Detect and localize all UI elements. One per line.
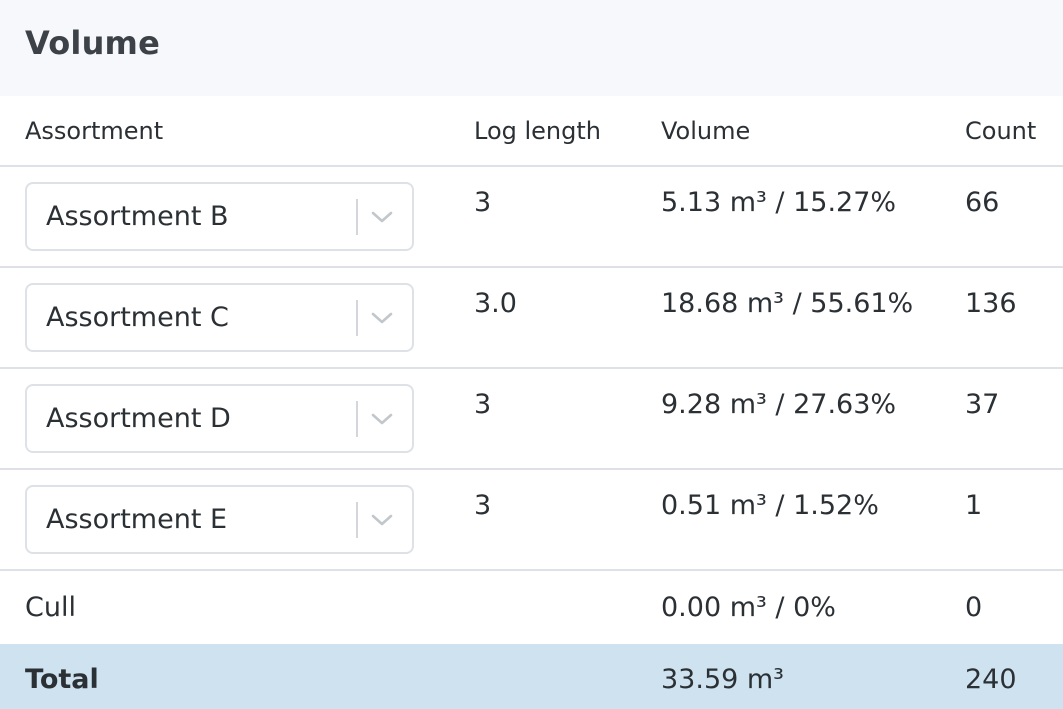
panel-title: Volume: [25, 24, 160, 62]
assortment-select-value: Assortment C: [46, 302, 229, 333]
panel-header: Volume: [0, 0, 1063, 96]
assortment-select[interactable]: Assortment C: [25, 283, 414, 352]
count-cell: 37: [965, 368, 1063, 470]
column-header-assortment: Assortment: [0, 96, 474, 167]
assortment-select-value: Assortment D: [46, 403, 231, 434]
volume-table: Assortment Log length Volume Count Assor…: [0, 96, 1063, 709]
table-row: Assortment B 3 5.13 m³ / 15.27% 66: [0, 166, 1063, 268]
count-cell: 136: [965, 267, 1063, 369]
assortment-cell: Assortment C: [0, 267, 474, 369]
column-header-count: Count: [965, 96, 1063, 167]
log-length-cell: 3: [474, 166, 661, 268]
assortment-cell: Assortment D: [0, 368, 474, 470]
cull-log-length: [474, 570, 661, 644]
cull-row: Cull 0.00 m³ / 0% 0: [0, 570, 1063, 644]
table-row: Assortment E 3 0.51 m³ / 1.52% 1: [0, 469, 1063, 571]
count-cell: 1: [965, 469, 1063, 571]
volume-cell: 0.51 m³ / 1.52%: [661, 469, 965, 571]
cull-count: 0: [965, 592, 983, 623]
volume-cell: 18.68 m³ / 55.61%: [661, 267, 965, 369]
select-separator: [356, 198, 358, 235]
log-length-cell: 3.0: [474, 267, 661, 369]
table-row: Assortment C 3.0 18.68 m³ / 55.61% 136: [0, 267, 1063, 369]
select-separator: [356, 299, 358, 336]
chevron-down-icon[interactable]: [370, 182, 412, 251]
table-header-row: Assortment Log length Volume Count: [0, 96, 1063, 167]
cull-volume: 0.00 m³ / 0%: [661, 592, 836, 623]
assortment-cell: Assortment B: [0, 166, 474, 268]
log-length-cell: 3: [474, 469, 661, 571]
assortment-select[interactable]: Assortment E: [25, 485, 414, 554]
chevron-down-icon[interactable]: [370, 384, 412, 453]
total-volume: 33.59 m³: [661, 644, 965, 709]
assortment-select-value: Assortment B: [46, 201, 229, 232]
total-log-length: [474, 644, 661, 709]
assortment-select-value: Assortment E: [46, 504, 228, 535]
table-row: Assortment D 3 9.28 m³ / 27.63% 37: [0, 368, 1063, 470]
column-header-log-length: Log length: [474, 96, 661, 167]
total-count: 240: [965, 644, 1063, 709]
cull-label: Cull: [25, 592, 76, 623]
chevron-down-icon[interactable]: [370, 283, 412, 352]
assortment-select[interactable]: Assortment D: [25, 384, 414, 453]
select-separator: [356, 400, 358, 437]
log-length-cell: 3: [474, 368, 661, 470]
volume-panel: Volume Assortment Log length Volume Coun…: [0, 0, 1063, 709]
total-label: Total: [0, 644, 474, 709]
assortment-select[interactable]: Assortment B: [25, 182, 414, 251]
select-separator: [356, 501, 358, 538]
volume-cell: 9.28 m³ / 27.63%: [661, 368, 965, 470]
volume-cell: 5.13 m³ / 15.27%: [661, 166, 965, 268]
assortment-cell: Assortment E: [0, 469, 474, 571]
total-row: Total 33.59 m³ 240: [0, 644, 1063, 709]
count-cell: 66: [965, 166, 1063, 268]
chevron-down-icon[interactable]: [370, 485, 412, 554]
column-header-volume: Volume: [661, 96, 965, 167]
